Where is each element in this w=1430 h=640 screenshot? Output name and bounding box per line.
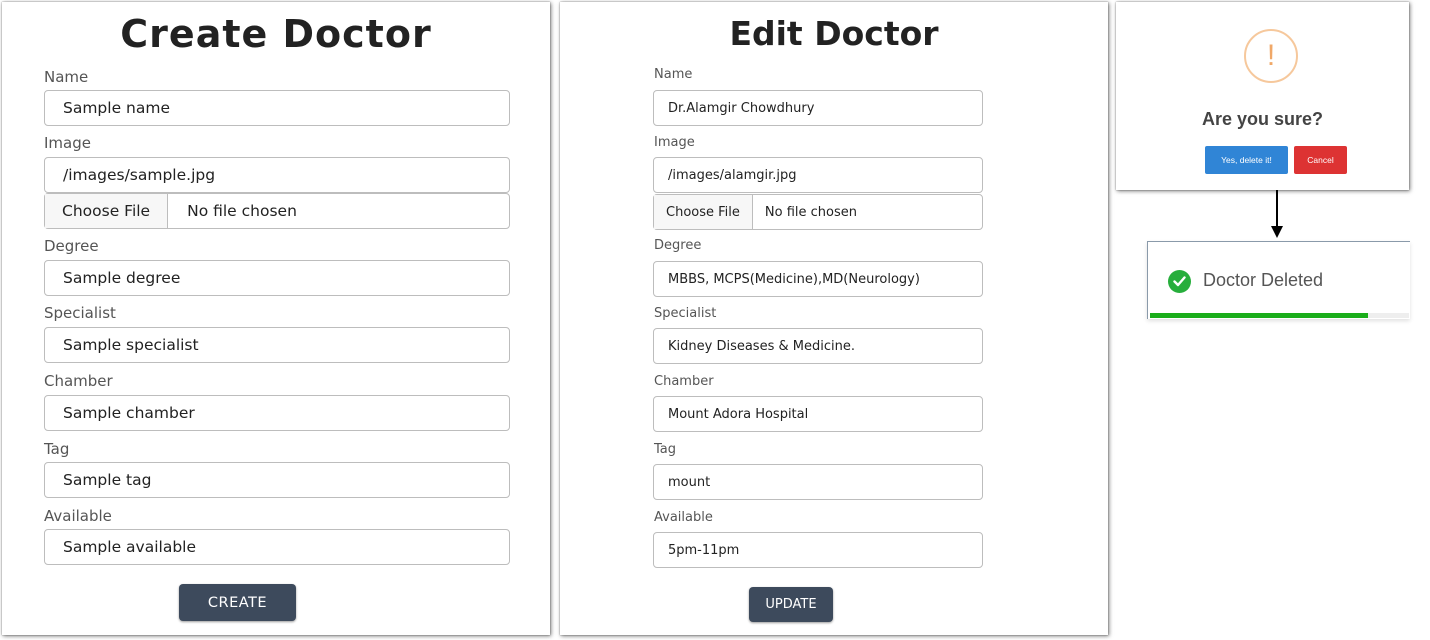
tag-input[interactable]: mount [653,464,983,500]
specialist-input[interactable]: Kidney Diseases & Medicine. [653,328,983,364]
image-label: Image [44,134,91,152]
degree-input[interactable]: Sample degree [44,260,510,296]
create-button[interactable]: CREATE [179,584,296,621]
available-label: Available [44,507,112,525]
tag-label: Tag [44,440,70,458]
image-input[interactable]: /images/sample.jpg [44,157,510,193]
chamber-input[interactable]: Sample chamber [44,395,510,431]
image-input[interactable]: /images/alamgir.jpg [653,157,983,193]
success-toast[interactable]: Doctor Deleted [1147,241,1410,319]
specialist-input[interactable]: Sample specialist [44,327,510,363]
image-label: Image [654,135,695,150]
choose-file-button[interactable]: Choose File [654,195,753,229]
available-input[interactable]: Sample available [44,529,510,565]
specialist-label: Specialist [654,306,717,321]
file-picker[interactable]: Choose File No file chosen [653,194,983,230]
confirm-delete-dialog: ! Are you sure? Yes, delete it! Cancel [1116,2,1409,190]
name-label: Name [44,68,89,86]
warning-icon: ! [1244,29,1298,83]
page-title: Create Doctor [120,12,432,56]
flow-arrow-line [1276,190,1278,226]
page-title: Edit Doctor [729,14,939,53]
toast-progress-bar [1150,313,1368,318]
chamber-label: Chamber [654,374,714,389]
edit-doctor-form: Edit Doctor Name Dr.Alamgir Chowdhury Im… [560,2,1108,635]
confirm-delete-button[interactable]: Yes, delete it! [1205,146,1288,174]
degree-input[interactable]: MBBS, MCPS(Medicine),MD(Neurology) [653,261,983,297]
toast-message: Doctor Deleted [1203,270,1324,290]
specialist-label: Specialist [44,304,116,322]
update-button[interactable]: UPDATE [749,587,833,622]
name-input[interactable]: Sample name [44,90,510,126]
dialog-title: Are you sure? [1201,109,1324,129]
file-picker[interactable]: Choose File No file chosen [44,193,510,229]
tag-label: Tag [654,442,677,457]
file-status: No file chosen [187,202,297,220]
create-doctor-form: Create Doctor Name Sample name Image /im… [2,2,550,635]
tag-input[interactable]: Sample tag [44,462,510,498]
cancel-button[interactable]: Cancel [1294,146,1347,174]
file-status: No file chosen [764,204,857,220]
check-circle-icon [1168,270,1191,293]
chamber-input[interactable]: Mount Adora Hospital [653,396,983,432]
available-input[interactable]: 5pm-11pm [653,532,983,568]
available-label: Available [654,510,713,525]
degree-label: Degree [654,238,702,253]
chamber-label: Chamber [44,372,113,390]
choose-file-button[interactable]: Choose File [45,194,169,228]
degree-label: Degree [44,237,99,255]
flow-arrow-head-icon [1271,226,1283,238]
name-label: Name [654,67,693,82]
name-input[interactable]: Dr.Alamgir Chowdhury [653,90,983,126]
